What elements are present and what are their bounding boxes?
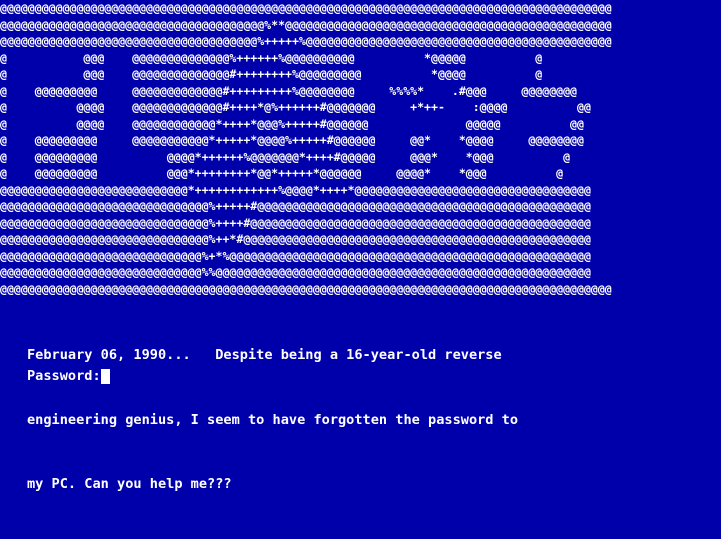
ascii-banner-row: @@@@@@@@@@@@@@@@@@@@@@@@@@@@@@@@@@@@@@%*…: [0, 17, 612, 32]
ascii-banner-row: @ @@@@@@@@@ @@@@*++++++%@@@@@@@*++++#@@@…: [0, 149, 571, 164]
ascii-banner-row: @ @@@ @@@@@@@@@@@@@@%++++++%@@@@@@@@@@ *…: [0, 50, 543, 65]
ascii-banner-row: @ @@@@@@@@@ @@@@@@@@@@@@@#+++++++++%@@@@…: [0, 83, 578, 98]
ascii-banner-row: @@@@@@@@@@@@@@@@@@@@@@@@@@@@@@@@@@@@@@@@…: [0, 1, 612, 15]
ascii-banner-row: @ @@@@ @@@@@@@@@@@@@#++++*@%++++++#@@@@@…: [0, 100, 591, 114]
ascii-banner-row: @@@@@@@@@@@@@@@@@@@@@@@@@@@@@@%++++#@@@@…: [0, 215, 591, 230]
password-label: Password:: [27, 368, 101, 384]
story-message: February 06, 1990... Despite being a 16-…: [27, 302, 518, 539]
ascii-banner-row: @@@@@@@@@@@@@@@@@@@@@@@@@@@@@%+*%@@@@@@@…: [0, 248, 591, 263]
ascii-banner-row: @ @@@@@@@@@ @@@*++++++++*@@*+++++*@@@@@@…: [0, 166, 564, 180]
ascii-banner-row: @ @@@@ @@@@@@@@@@@@*++++*@@@%+++++#@@@@@…: [0, 116, 584, 131]
ascii-banner-row: @@@@@@@@@@@@@@@@@@@@@@@@@@@@@@@@@@@@@@@@…: [0, 281, 612, 296]
text-cursor: [100, 369, 110, 384]
message-line-3: my PC. Can you help me???: [27, 476, 232, 492]
ascii-art-banner: @@@@@@@@@@@@@@@@@@@@@@@@@@@@@@@@@@@@@@@@…: [0, 0, 612, 297]
ascii-banner-row: @ @@@@@@@@@ @@@@@@@@@@@*+++++*@@@@%+++++…: [0, 133, 584, 147]
ascii-banner-row: @@@@@@@@@@@@@@@@@@@@@@@@@@@*++++++++++++…: [0, 182, 591, 197]
dos-terminal-screen: @@@@@@@@@@@@@@@@@@@@@@@@@@@@@@@@@@@@@@@@…: [0, 0, 721, 492]
ascii-banner-row: @@@@@@@@@@@@@@@@@@@@@@@@@@@@@@%+++++#@@@…: [0, 199, 591, 213]
ascii-banner-row: @ @@@ @@@@@@@@@@@@@@#++++++++%@@@@@@@@@ …: [0, 67, 543, 81]
message-line-2: engineering genius, I seem to have forgo…: [27, 411, 519, 428]
ascii-banner-row: @@@@@@@@@@@@@@@@@@@@@@@@@@@@@@@@@@@@@%++…: [0, 34, 612, 48]
ascii-banner-row: @@@@@@@@@@@@@@@@@@@@@@@@@@@@@%%@@@@@@@@@…: [0, 265, 591, 279]
ascii-banner-row: @@@@@@@@@@@@@@@@@@@@@@@@@@@@@@%++*#@@@@@…: [0, 232, 591, 246]
message-line-1: February 06, 1990... Despite being a 16-…: [27, 347, 502, 363]
password-prompt[interactable]: Password:: [27, 366, 110, 387]
